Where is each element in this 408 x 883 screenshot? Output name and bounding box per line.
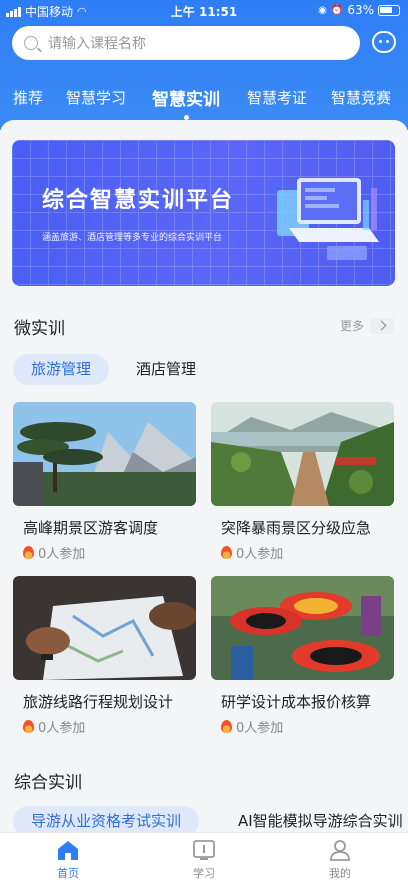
nav-profile[interactable]: 我的 bbox=[300, 839, 380, 881]
nav-home[interactable]: 首页 bbox=[28, 839, 108, 881]
chip-ai-guide[interactable]: AI智能模拟导游综合实训 bbox=[234, 806, 407, 832]
battery-percent: 63% bbox=[347, 3, 374, 17]
alarm-icon: ⏰ bbox=[330, 4, 344, 16]
course-image bbox=[211, 402, 394, 506]
course-card[interactable]: 研学设计成本报价核算 0人参加 bbox=[211, 576, 394, 736]
nav-profile-label: 我的 bbox=[329, 867, 351, 880]
section-title-micro-training: 微实训 bbox=[14, 319, 65, 339]
laptop-illustration bbox=[277, 178, 379, 260]
tab-recommend[interactable]: 推荐 bbox=[13, 87, 43, 108]
more-label: 更多 bbox=[339, 319, 364, 333]
banner-title: 综合智慧实训平台 bbox=[42, 188, 235, 213]
course-card[interactable]: 旅游线路行程规划设计 0人参加 bbox=[13, 576, 196, 736]
fire-icon bbox=[221, 720, 232, 733]
more-button[interactable]: 更多 bbox=[340, 317, 394, 334]
status-bar: 中国移动 ◠ 上午 11:51 ◉ ⏰ 63% bbox=[0, 0, 408, 22]
tab-smart-certification[interactable]: 智慧考证 bbox=[247, 87, 307, 108]
lock-rotation-icon: ◉ bbox=[318, 4, 327, 16]
course-title: 高峰期景区游客调度 bbox=[23, 519, 159, 537]
message-icon[interactable] bbox=[372, 31, 396, 53]
battery-icon bbox=[378, 4, 400, 16]
fire-icon bbox=[23, 720, 34, 733]
course-title: 旅游线路行程规划设计 bbox=[23, 693, 174, 711]
course-title: 研学设计成本报价核算 bbox=[221, 693, 372, 711]
study-icon bbox=[192, 839, 216, 861]
profile-icon bbox=[328, 839, 352, 861]
chevron-right-icon bbox=[370, 317, 394, 334]
tab-smart-competition[interactable]: 智慧竞赛 bbox=[331, 87, 391, 108]
course-image bbox=[211, 576, 394, 680]
course-card[interactable]: 突降暴雨景区分级应急 0人参加 bbox=[211, 402, 394, 562]
search-input[interactable]: 请输入课程名称 bbox=[12, 26, 360, 60]
fire-icon bbox=[221, 546, 232, 559]
category-hotel[interactable]: 酒店管理 bbox=[132, 354, 200, 385]
participant-count: 0人参加 bbox=[38, 547, 86, 562]
tab-smart-learning[interactable]: 智慧学习 bbox=[66, 87, 126, 108]
nav-home-label: 首页 bbox=[57, 867, 79, 880]
nav-study-label: 学习 bbox=[193, 867, 215, 880]
section-title-comprehensive: 综合实训 bbox=[14, 773, 82, 793]
home-icon bbox=[56, 839, 80, 861]
search-placeholder: 请输入课程名称 bbox=[48, 36, 146, 52]
app-header: 中国移动 ◠ 上午 11:51 ◉ ⏰ 63% 请输入课程名称 推荐 智慧学习 … bbox=[0, 0, 408, 130]
category-tourism[interactable]: 旅游管理 bbox=[13, 354, 110, 385]
nav-study[interactable]: 学习 bbox=[164, 839, 244, 881]
chip-guide-exam[interactable]: 导游从业资格考试实训 bbox=[13, 806, 200, 832]
search-icon bbox=[24, 36, 38, 50]
bottom-nav: 首页 学习 我的 bbox=[0, 832, 408, 883]
banner-subtitle: 涵盖旅游、酒店管理等多专业的综合实训平台 bbox=[42, 233, 223, 243]
course-image bbox=[13, 576, 196, 680]
participant-count: 0人参加 bbox=[38, 721, 86, 736]
course-title: 突降暴雨景区分级应急 bbox=[221, 519, 372, 537]
platform-banner[interactable]: 综合智慧实训平台 涵盖旅游、酒店管理等多专业的综合实训平台 bbox=[12, 140, 395, 286]
course-image bbox=[13, 402, 196, 506]
fire-icon bbox=[23, 546, 34, 559]
participant-count: 0人参加 bbox=[236, 547, 284, 562]
main-content: 综合智慧实训平台 涵盖旅游、酒店管理等多专业的综合实训平台 微实训 更多 旅游管… bbox=[0, 120, 408, 832]
tab-smart-training[interactable]: 智慧实训 bbox=[152, 85, 220, 120]
participant-count: 0人参加 bbox=[236, 721, 284, 736]
category-tabs: 推荐 智慧学习 智慧实训 智慧考证 智慧竞赛 bbox=[0, 80, 408, 120]
course-card[interactable]: 高峰期景区游客调度 0人参加 bbox=[13, 402, 196, 562]
